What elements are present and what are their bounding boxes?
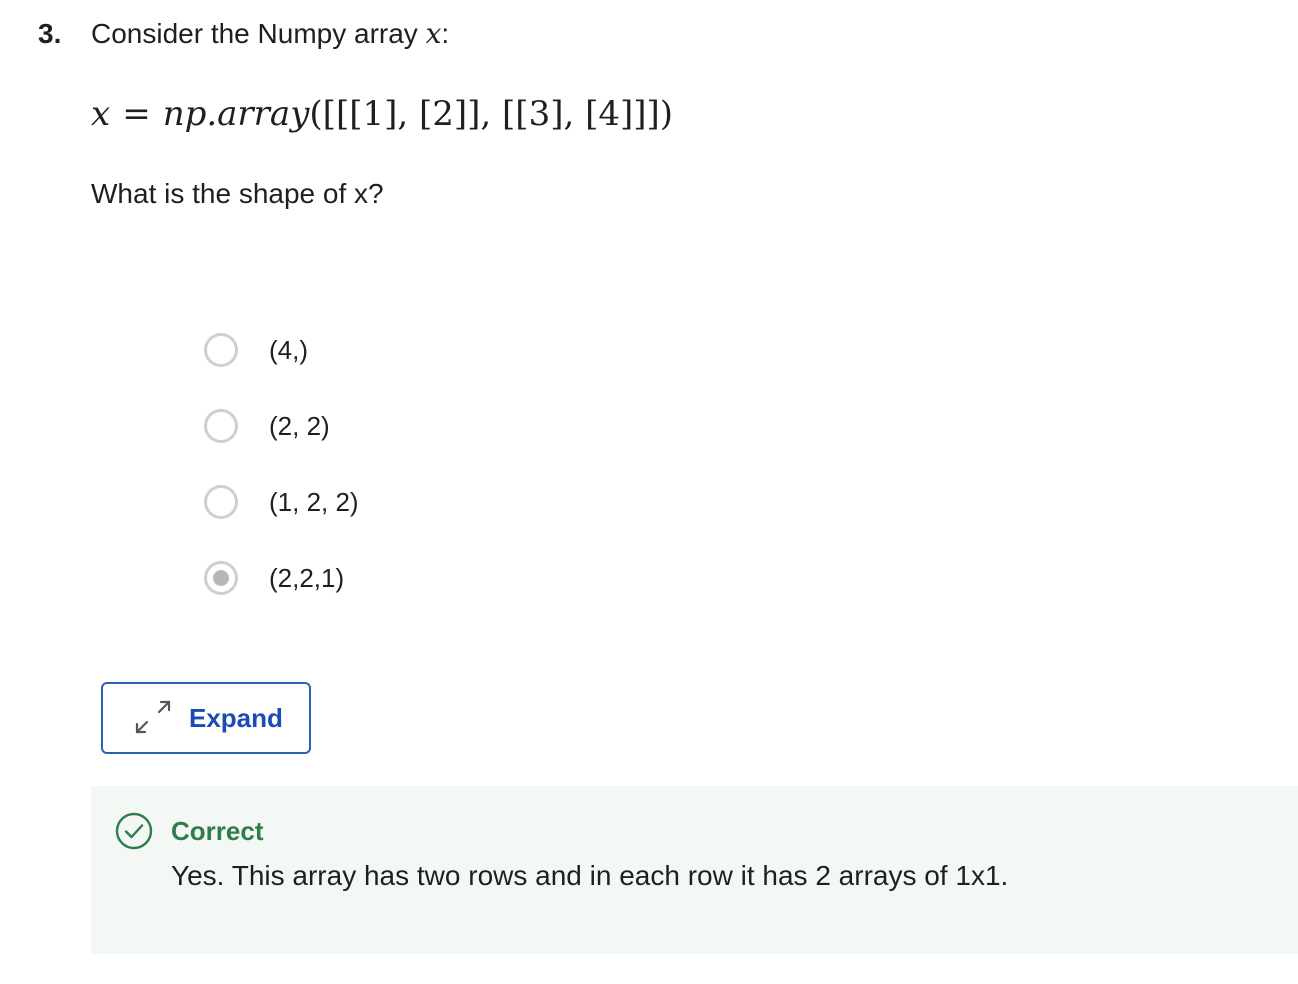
- feedback-panel: Correct Yes. This array has two rows and…: [91, 786, 1298, 954]
- math-lhs: x: [91, 94, 111, 134]
- question-text: What is the shape of x?: [91, 178, 384, 209]
- expand-button[interactable]: Expand: [101, 682, 311, 754]
- option-4[interactable]: (2,2,1): [204, 540, 359, 616]
- option-label: (1, 2, 2): [269, 487, 359, 517]
- question-prompt-variable: x: [425, 17, 442, 50]
- feedback-explanation: Yes. This array has two rows and in each…: [171, 860, 1009, 891]
- expand-arrows-icon: [135, 700, 171, 734]
- option-label: (4,): [269, 335, 308, 365]
- radio-button[interactable]: [204, 333, 238, 367]
- math-function: np.array: [162, 94, 310, 134]
- question-prompt-suffix: :: [441, 18, 450, 49]
- option-label: (2, 2): [269, 411, 330, 441]
- check-circle-icon: [115, 812, 153, 850]
- radio-button[interactable]: [204, 409, 238, 443]
- question-prompt-text: Consider the Numpy array: [91, 18, 426, 49]
- option-2[interactable]: (2, 2): [204, 388, 359, 464]
- option-1[interactable]: (4,): [204, 312, 359, 388]
- expand-button-label: Expand: [189, 702, 283, 733]
- option-3[interactable]: (1, 2, 2): [204, 464, 359, 540]
- question-prompt: Consider the Numpy array x:: [91, 14, 449, 54]
- math-equals: =: [122, 94, 151, 134]
- math-arguments: ([[[1], [2]], [[3], [4]]]): [309, 94, 674, 134]
- option-label: (2,2,1): [269, 563, 345, 593]
- radio-button-selected[interactable]: [204, 561, 238, 595]
- feedback-status: Correct: [171, 816, 264, 846]
- math-expression: x = np.array([[[1], [2]], [[3], [4]]]): [91, 90, 673, 138]
- answer-options: (4,) (2, 2) (1, 2, 2) (2,2,1): [204, 312, 359, 616]
- question-number: 3.: [38, 18, 62, 49]
- radio-button[interactable]: [204, 485, 238, 519]
